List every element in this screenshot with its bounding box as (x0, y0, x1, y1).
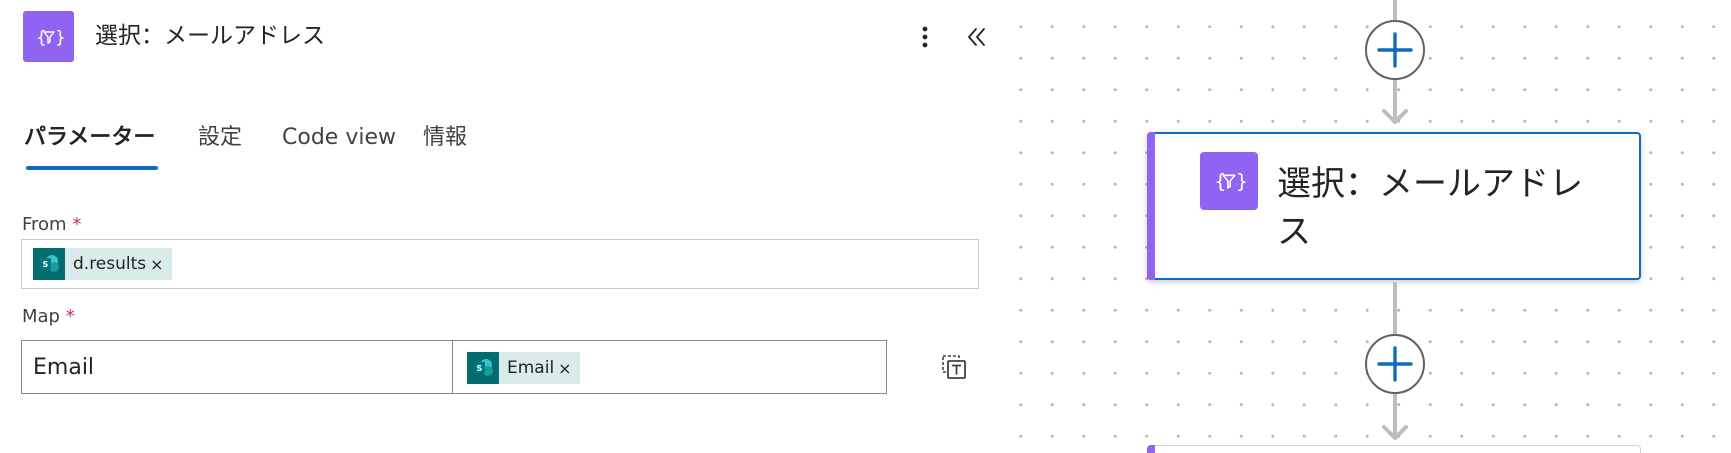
more-vertical-icon (922, 26, 928, 48)
switch-to-text-mode-icon (942, 355, 966, 379)
from-token[interactable]: S d.results × (33, 248, 172, 280)
sharepoint-icon: S (467, 352, 499, 384)
svg-text:}: } (55, 28, 64, 48)
map-value-field[interactable]: S Email × (452, 340, 887, 394)
more-options-button[interactable] (910, 20, 940, 54)
svg-text:S: S (477, 364, 483, 373)
map-key-input[interactable] (22, 341, 452, 393)
required-marker: * (65, 306, 75, 327)
data-operation-icon: { } (1200, 152, 1258, 210)
svg-text:}: } (1236, 170, 1246, 193)
svg-text:{: { (1214, 170, 1226, 193)
action-card-selected[interactable]: { } 選択：メールアドレス (1147, 132, 1641, 280)
double-chevron-left-icon (968, 28, 985, 46)
remove-token-button[interactable]: × (150, 255, 163, 274)
panel-title: 選択：メールアドレス (95, 23, 325, 49)
map-label-text: Map (22, 306, 60, 327)
panel-header: { } 選択：メールアドレス (0, 0, 1005, 72)
sharepoint-icon: S (33, 248, 65, 280)
svg-text:S: S (43, 260, 49, 269)
from-label-text: From (22, 214, 67, 235)
tab-settings[interactable]: 設定 (198, 118, 242, 158)
map-value-token[interactable]: S Email × (467, 352, 580, 384)
app-root: { } 選択：メールアドレス パラメーター (0, 0, 1731, 453)
map-label: Map * (22, 306, 75, 327)
add-action-button[interactable] (1365, 334, 1425, 394)
from-label: From * (22, 214, 81, 235)
data-operation-icon: { } (23, 11, 74, 62)
connector-arrow-icon (1382, 109, 1408, 124)
required-marker: * (72, 214, 82, 235)
braces-filter-glyph: { } (36, 28, 64, 48)
connector-arrow-icon (1382, 425, 1408, 440)
card-title: 選択：メールアドレス (1277, 164, 1583, 252)
add-action-button[interactable] (1365, 20, 1425, 80)
tab-parameters[interactable]: パラメーター (24, 118, 155, 158)
svg-text:{: { (36, 28, 47, 48)
map-value-token-text: Email (507, 358, 555, 378)
switch-to-text-mode-button[interactable] (938, 351, 970, 383)
collapse-panel-button[interactable] (960, 20, 994, 54)
from-token-text: d.results (73, 254, 147, 274)
from-field[interactable]: S d.results × (21, 239, 979, 289)
plus-icon (1377, 32, 1413, 68)
active-tab-indicator (26, 166, 158, 170)
action-details-panel: { } 選択：メールアドレス パラメーター (0, 0, 1005, 453)
next-action-card[interactable] (1147, 445, 1641, 453)
map-key-field[interactable] (21, 340, 453, 394)
connector-line (1393, 282, 1397, 334)
remove-token-button[interactable]: × (558, 359, 571, 378)
tab-about[interactable]: 情報 (423, 118, 467, 158)
card-accent-bar (1147, 132, 1155, 280)
card-accent-bar (1147, 445, 1155, 453)
tab-code-view[interactable]: Code view (282, 118, 396, 158)
plus-icon (1377, 346, 1413, 382)
connector-line (1393, 0, 1397, 20)
